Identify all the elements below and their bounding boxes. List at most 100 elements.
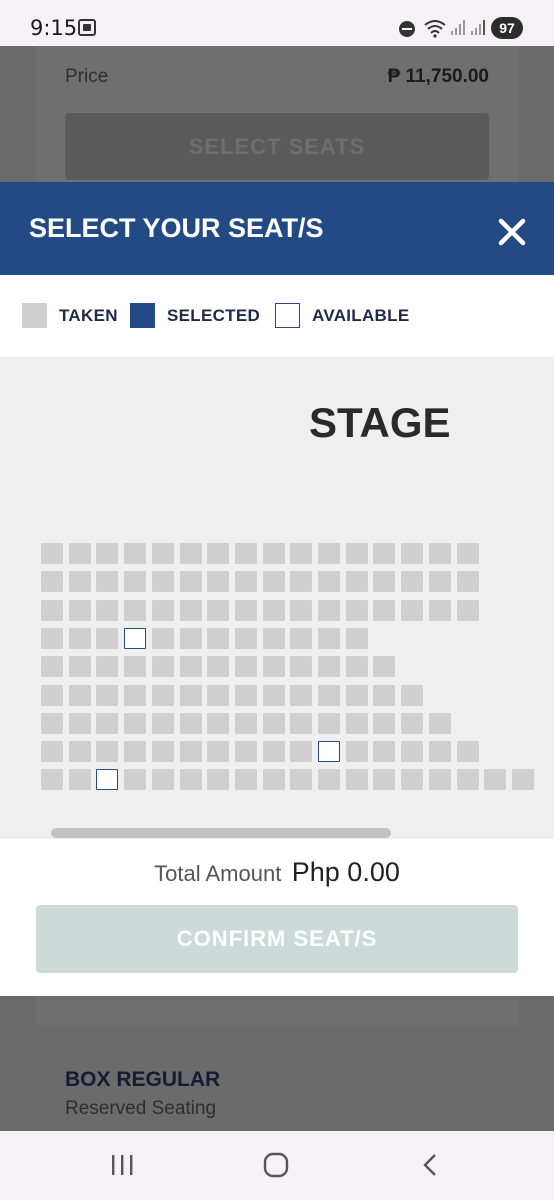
modal-title: SELECT YOUR SEAT/S xyxy=(29,213,324,243)
battery-badge: 97 xyxy=(491,17,523,39)
seat-taken xyxy=(318,684,340,706)
seat-taken xyxy=(179,712,202,734)
seat-taken xyxy=(151,656,174,678)
seat-taken xyxy=(124,543,147,564)
seat-taken xyxy=(96,599,119,621)
seat-taken xyxy=(68,712,91,734)
seat-taken xyxy=(96,543,119,564)
seat-taken xyxy=(401,571,424,593)
seat-taken xyxy=(151,684,174,706)
seat-legend: TAKEN SELECTED AVAILABLE xyxy=(0,275,554,357)
seat-taken xyxy=(318,599,340,621)
modal-header: SELECT YOUR SEAT/S xyxy=(0,182,554,275)
seat-taken xyxy=(373,712,396,734)
back-icon[interactable] xyxy=(421,1153,439,1177)
seat-taken xyxy=(290,684,313,706)
close-icon[interactable] xyxy=(494,214,530,250)
seat-taken xyxy=(179,599,202,621)
seat-taken xyxy=(373,571,396,593)
signal-icon-2 xyxy=(471,20,485,35)
seat-taken xyxy=(290,543,313,564)
ticket-type-subtitle: Reserved Seating xyxy=(65,1098,217,1119)
legend-selected: SELECTED xyxy=(130,303,260,328)
home-icon[interactable] xyxy=(263,1152,289,1178)
seat-map[interactable]: STAGE xyxy=(0,357,554,839)
seat-taken xyxy=(68,656,91,678)
seat-taken xyxy=(207,741,230,763)
seat-taken xyxy=(234,543,257,564)
seat-taken xyxy=(68,684,91,706)
seat-taken xyxy=(345,627,368,649)
seat-taken xyxy=(262,684,285,706)
screenshot-icon xyxy=(78,19,96,36)
seat-taken xyxy=(428,712,451,734)
seat-taken xyxy=(401,769,424,791)
seat-taken xyxy=(290,656,313,678)
seat-available[interactable] xyxy=(96,769,119,791)
seat-taken xyxy=(96,656,119,678)
seat-taken xyxy=(124,684,147,706)
seat-taken xyxy=(484,769,507,791)
seat-taken xyxy=(41,571,63,593)
android-nav-bar xyxy=(0,1131,554,1200)
seat-taken xyxy=(151,712,174,734)
seat-taken xyxy=(234,599,257,621)
seat-taken xyxy=(428,741,451,763)
seat-taken xyxy=(207,656,230,678)
seat-taken xyxy=(373,656,396,678)
seat-taken xyxy=(124,571,147,593)
seat-available[interactable] xyxy=(124,627,147,649)
taken-swatch xyxy=(22,303,47,328)
seat-taken xyxy=(234,741,257,763)
seat-taken xyxy=(124,656,147,678)
recent-apps-icon[interactable] xyxy=(110,1153,134,1177)
seat-taken xyxy=(41,684,63,706)
seat-taken xyxy=(428,599,451,621)
seat-taken xyxy=(401,543,424,564)
seat-taken xyxy=(179,543,202,564)
total-row: Total Amount Php 0.00 xyxy=(0,857,554,888)
seat-taken xyxy=(401,712,424,734)
seat-taken xyxy=(234,684,257,706)
signal-icon-1 xyxy=(451,20,465,35)
confirm-seats-button[interactable]: CONFIRM SEAT/S xyxy=(36,905,518,973)
seat-taken xyxy=(151,543,174,564)
seat-taken xyxy=(179,769,202,791)
legend-taken: TAKEN xyxy=(22,303,118,328)
seat-taken xyxy=(234,712,257,734)
seat-taken xyxy=(207,571,230,593)
seat-taken xyxy=(179,627,202,649)
seat-taken xyxy=(234,656,257,678)
seat-taken xyxy=(373,684,396,706)
seat-taken xyxy=(428,571,451,593)
horizontal-scrollbar[interactable] xyxy=(51,828,391,838)
seat-taken xyxy=(179,741,202,763)
seat-taken xyxy=(151,627,174,649)
seat-taken xyxy=(345,656,368,678)
available-swatch xyxy=(275,303,300,328)
ticket-type-title: BOX REGULAR xyxy=(65,1068,221,1091)
seat-taken xyxy=(401,599,424,621)
seat-taken xyxy=(401,741,424,763)
total-amount-label: Total Amount xyxy=(154,861,282,886)
seat-taken xyxy=(151,769,174,791)
seat-taken xyxy=(290,712,313,734)
seat-taken xyxy=(68,769,91,791)
seat-taken xyxy=(41,769,63,791)
select-seats-button: SELECT SEATS xyxy=(65,113,489,180)
seat-taken xyxy=(124,769,147,791)
do-not-disturb-icon xyxy=(399,21,415,37)
price-value: ₱ 11,750.00 xyxy=(387,66,489,87)
seat-taken xyxy=(318,712,340,734)
seat-taken xyxy=(262,571,285,593)
seat-available[interactable] xyxy=(318,741,340,763)
seat-taken xyxy=(345,543,368,564)
legend-label: SELECTED xyxy=(167,305,261,325)
status-bar: 9:15 97 xyxy=(0,0,554,46)
legend-label: AVAILABLE xyxy=(312,305,410,325)
seat-taken xyxy=(262,543,285,564)
total-amount-value: Php 0.00 xyxy=(291,857,400,887)
seat-taken xyxy=(68,627,91,649)
seat-taken xyxy=(124,741,147,763)
seat-taken xyxy=(428,543,451,564)
